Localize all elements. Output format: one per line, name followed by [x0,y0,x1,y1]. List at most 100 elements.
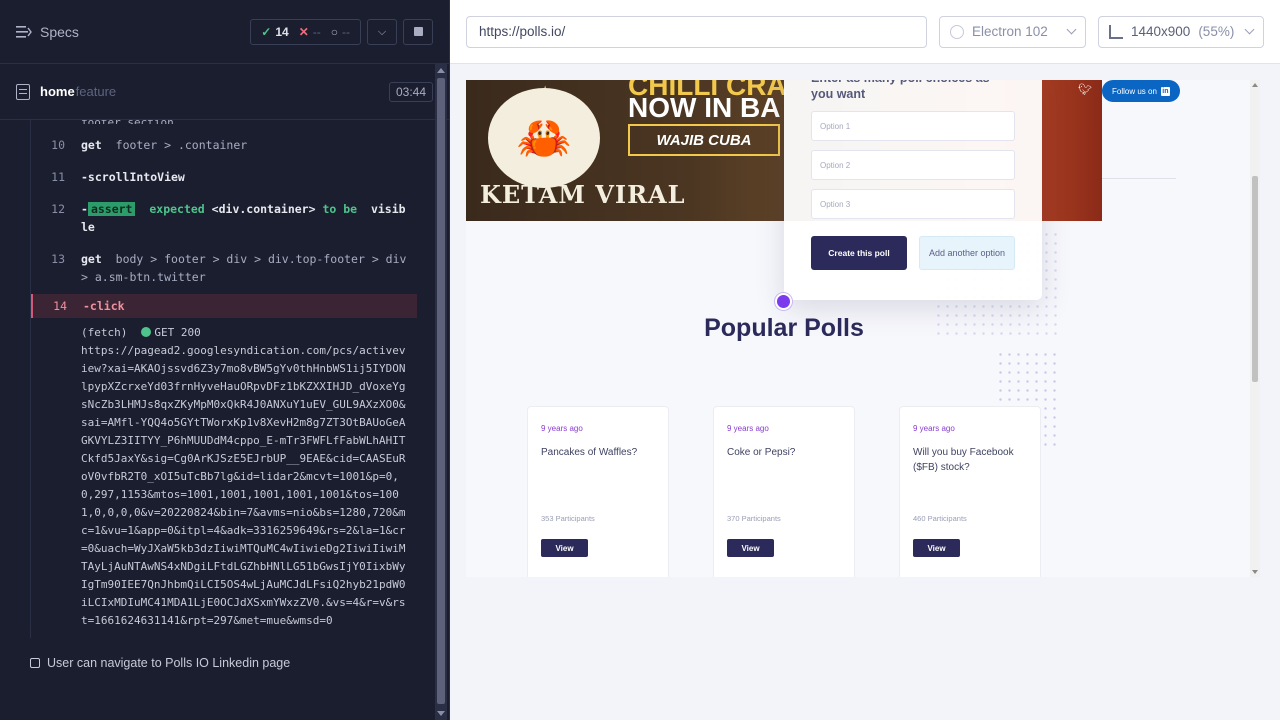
command-arg: body > footer > div > div.top-footer > d… [81,252,407,284]
status-dot-icon [141,327,152,337]
poll-card[interactable]: 9 years ago Coke or Pepsi? 370 Participa… [713,406,855,577]
x-icon: ✕ [298,24,309,39]
chevron-down-icon [1244,24,1255,35]
poll-question: Will you buy Facebook ($FB) stock? [913,447,1014,473]
command-row[interactable]: 10 get footer > .container [31,132,417,158]
command-row-active[interactable]: 14 -click [31,294,417,318]
aut-iframe: ★ 🦀 KETAM VIRAL CHILLI CRA NOW IN BA WAJ… [466,80,1260,577]
pending-count: -- [342,24,350,39]
crab-logo-icon: 🦀 [488,88,600,188]
assert-text: expected [149,202,205,216]
app-preview: https://polls.io/ Electron 102 1440x900 … [450,0,1280,720]
viewport-selector[interactable]: 1440x900 (55%) [1098,15,1264,48]
view-button[interactable]: View [727,539,774,557]
command-number: 10 [51,138,65,152]
command-number: 12 [51,202,65,216]
fetch-label: (fetch) [81,326,128,339]
reporter-panel: Specs ✓14 ✕-- ○-- ⌵ home feature 03:44 f… [0,0,450,720]
command-row[interactable]: 11 -scrollIntoView [31,164,417,190]
poll-card[interactable]: 9 years ago Pancakes of Waffles? 353 Par… [527,406,669,577]
chart-badge-icon [775,293,792,310]
linkedin-follow-button[interactable]: Follow us on in [1102,80,1180,102]
option-input[interactable]: Option 2 [811,150,1015,180]
poll-question: Coke or Pepsi? [727,447,796,458]
poll-form-title: Enter as many poll choices as you want [811,80,990,101]
command-name: get [81,138,102,152]
spec-file-header[interactable]: home feature 03:44 [0,64,449,120]
failed-stat: ✕ -- [299,25,321,39]
command-name: -scrollIntoView [81,170,185,184]
section-title: Popular Polls [704,314,864,342]
chevron-down-icon: ⌵ [377,24,387,38]
command-row[interactable]: 12 - assert expected <div.container> to b… [31,196,417,240]
scroll-thumb[interactable] [1252,176,1258,382]
reporter-scrollbar[interactable] [435,64,447,720]
command-row[interactable]: 13 get body > footer > div > div.top-foo… [31,246,417,290]
viewport-zoom: (55%) [1198,24,1235,39]
option-input[interactable]: Option 3 [811,189,1015,219]
assert-subject: <div.container> [211,202,316,216]
divider [1102,178,1176,179]
twitter-icon[interactable]: 🐦︎ [1078,83,1092,96]
test-title: User can navigate to Polls IO Linkedin p… [47,656,291,670]
stop-icon [413,27,423,36]
stop-button[interactable] [403,18,433,45]
scroll-down-icon[interactable] [437,711,445,716]
url-bar[interactable]: https://polls.io/ [466,15,927,48]
scroll-thumb[interactable] [437,78,445,704]
test-stats: ✓ 14 ✕ -- ○ -- [250,18,361,45]
assert-tag: assert [87,202,136,216]
specs-button[interactable]: Specs [16,24,79,40]
browser-selector[interactable]: Electron 102 [939,15,1086,48]
fetch-status: GET 200 [154,326,201,339]
expand-button[interactable]: ⌵ [367,18,397,45]
failed-count: -- [312,24,321,39]
fetch-url: https://pagead2.googlesyndication.com/pc… [81,344,406,627]
view-button[interactable]: View [913,539,960,557]
browser-label: Electron 102 [972,24,1048,39]
pending-stat: ○ -- [331,25,350,39]
spinner-icon: ○ [330,24,338,39]
create-poll-form: Enter as many poll choices as you want O… [784,80,1042,300]
fetch-log[interactable]: (fetch) GET 200 https://pagead2.googlesyn… [31,318,417,630]
command-arg: footer > .container [115,138,248,152]
command-name: get [81,252,102,266]
poll-time: 9 years ago [913,424,955,433]
scroll-up-icon[interactable] [437,68,445,73]
poll-time: 9 years ago [541,424,583,433]
add-option-button[interactable]: Add another option [919,236,1015,270]
spec-duration: 03:44 [388,81,433,102]
check-icon: ✓ [261,24,272,39]
stats-bar: ✓ 14 ✕ -- ○ -- ⌵ [250,18,433,45]
menu-icon [16,25,32,38]
iframe-scrollbar[interactable] [1250,80,1260,577]
scroll-up-icon[interactable] [1252,83,1258,87]
passed-count: 14 [275,24,289,39]
command-number: 11 [51,170,65,184]
poll-participants: 353 Participants [541,514,595,523]
create-poll-button[interactable]: Create this poll [811,236,907,270]
passed-stat: ✓ 14 [261,25,288,39]
command-name: -click [83,299,125,313]
command-row-partial: footer section [31,120,417,124]
option-input[interactable]: Option 1 [811,111,1015,141]
spec-extension: feature [75,84,117,99]
command-number: 13 [51,252,65,266]
command-log: footer section 10 get footer > .containe… [30,120,417,638]
assert-text: to be [322,202,358,216]
reporter-header: Specs ✓ 14 ✕ -- ○ -- ⌵ [0,0,449,64]
poll-participants: 370 Participants [727,514,781,523]
specs-label: Specs [40,23,79,40]
banner-subheadline: NOW IN BA [628,92,781,123]
linkedin-icon: in [1160,86,1170,96]
electron-icon [950,24,964,39]
follow-label: Follow us on [1112,86,1157,96]
test-item[interactable]: User can navigate to Polls IO Linkedin p… [30,656,290,670]
view-button[interactable]: View [541,539,588,557]
spec-name: home [40,84,75,99]
scroll-down-icon[interactable] [1252,570,1258,574]
poll-card[interactable]: 9 years ago Will you buy Facebook ($FB) … [899,406,1041,577]
ruler-icon [1109,24,1123,39]
poll-question: Pancakes of Waffles? [541,447,638,458]
document-icon [16,83,30,100]
